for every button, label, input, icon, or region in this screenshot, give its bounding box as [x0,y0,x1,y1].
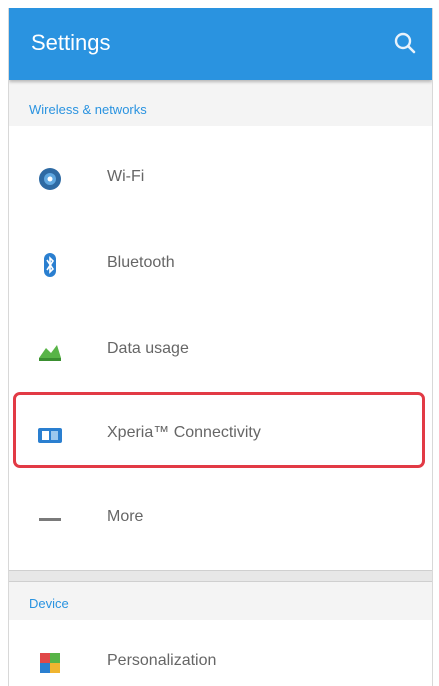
app-bar: Settings [9,8,432,80]
wifi-icon [37,166,63,192]
settings-screen: Settings Wireless & networks Wi-Fi Bluet… [8,8,433,686]
wireless-card: Wi-Fi Bluetooth Data usage Xperia™ Conne… [9,126,432,572]
more-icon [37,506,63,532]
highlight-box [13,392,425,468]
settings-item-label: Personalization [107,652,217,669]
search-button[interactable] [388,26,422,60]
search-icon [394,32,416,54]
bluetooth-icon [37,252,63,278]
settings-item-bluetooth[interactable]: Bluetooth [9,222,432,306]
device-card: Personalization [9,620,432,686]
settings-item-data-usage[interactable]: Data usage [9,308,432,392]
settings-item-wifi[interactable]: Wi-Fi [9,136,432,220]
settings-item-label: Data usage [107,340,189,357]
data-usage-icon [37,338,63,364]
settings-item-label: More [107,508,144,525]
settings-item-more[interactable]: More [9,476,432,560]
section-divider [9,570,432,582]
settings-item-personalization[interactable]: Personalization [9,624,432,686]
page-title: Settings [31,30,111,55]
settings-item-label: Bluetooth [107,254,175,271]
section-header-device: Device [29,596,69,611]
section-header-wireless: Wireless & networks [29,102,147,117]
settings-item-label: Wi-Fi [107,168,145,185]
personalization-icon [37,650,63,676]
